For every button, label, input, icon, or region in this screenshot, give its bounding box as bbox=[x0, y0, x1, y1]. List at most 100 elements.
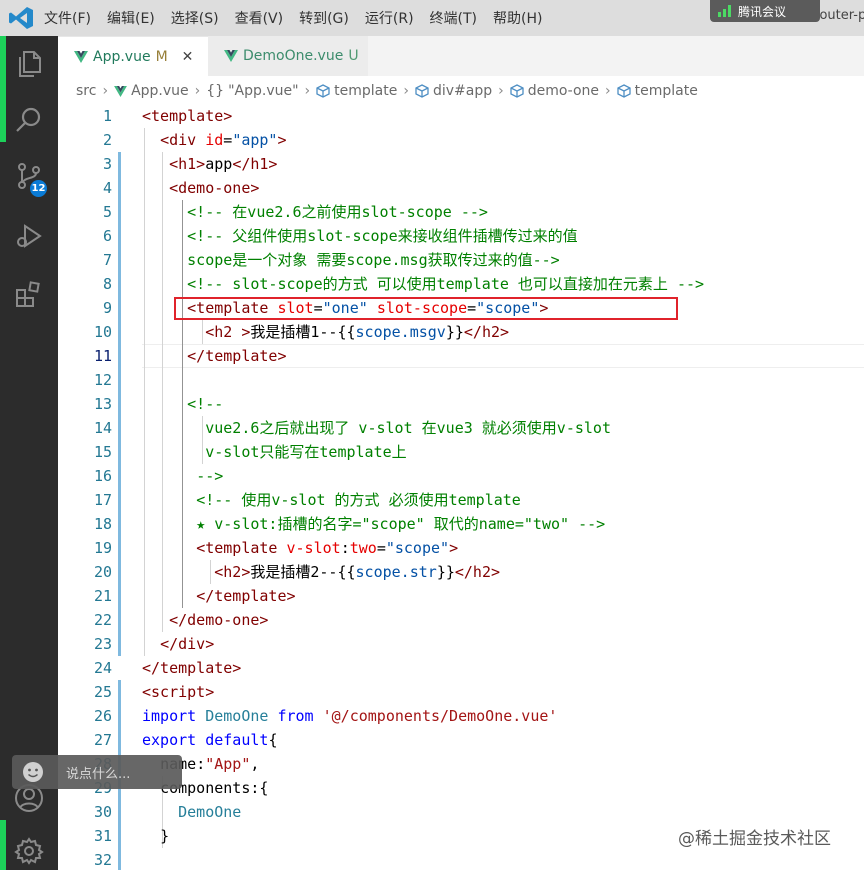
line-number: 15 bbox=[93, 443, 112, 461]
meeting-indicator[interactable]: 腾讯会议 bbox=[710, 0, 820, 22]
code-token: v-slot bbox=[286, 539, 341, 557]
menu-bar: 文件(F) 编辑(E) 选择(S) 查看(V) 转到(G) 运行(R) 终端(T) 帮助(H) bbox=[44, 0, 558, 36]
tab-app-vue[interactable]: App.vue M ✕ bbox=[58, 36, 208, 76]
menu-item[interactable]: 查看(V) bbox=[235, 8, 284, 28]
code-token: <!-- 父组件使用slot-scope来接收组件插槽传过来的值 bbox=[187, 227, 578, 245]
breadcrumb-item[interactable]: template bbox=[334, 83, 397, 99]
code-token: scope是一个对象 需要scope.msg获取传过来的值--> bbox=[187, 251, 560, 269]
line-number: 2 bbox=[102, 131, 112, 149]
braces-icon: {} bbox=[206, 83, 225, 99]
code-token: default bbox=[205, 731, 269, 749]
menu-item[interactable]: 转到(G) bbox=[299, 8, 349, 28]
code-line: </template> bbox=[142, 656, 241, 680]
code-token: '@/components/DemoOne.vue' bbox=[322, 707, 558, 725]
line-number: 6 bbox=[102, 227, 112, 245]
code-token: , bbox=[250, 755, 260, 773]
chevron-right-icon: › bbox=[403, 83, 409, 99]
title-bar: 文件(F) 编辑(E) 选择(S) 查看(V) 转到(G) 运行(R) 终端(T) 帮助(H)… bbox=[0, 0, 864, 36]
line-number: 12 bbox=[93, 371, 112, 389]
code-token: DemoOne bbox=[205, 707, 269, 725]
code-token: </h2> bbox=[454, 563, 501, 581]
code-line: <!-- bbox=[142, 392, 223, 416]
line-number: 30 bbox=[93, 803, 112, 821]
breadcrumb-item[interactable]: template bbox=[635, 83, 698, 99]
emoji-icon[interactable] bbox=[22, 761, 44, 783]
breadcrumb: src › App.vue › {} "App.vue" › template … bbox=[76, 80, 698, 102]
breadcrumb-item[interactable]: src bbox=[76, 83, 96, 99]
code-line: <template> bbox=[142, 104, 232, 128]
breadcrumb-item[interactable]: "App.vue" bbox=[228, 83, 298, 99]
scm-badge: 12 bbox=[30, 180, 47, 197]
code-token: <!-- slot-scope的方式 可以使用template 也可以直接加在元… bbox=[187, 275, 705, 293]
cube-icon bbox=[510, 84, 524, 98]
code-token: import bbox=[142, 707, 197, 725]
code-token: "App" bbox=[205, 755, 251, 773]
code-line: ★ v-slot:插槽的名字="scope" 取代的name="two" --> bbox=[142, 512, 605, 536]
chat-input[interactable]: 说点什么... bbox=[12, 755, 182, 789]
code-line: <h2>我是插槽2--{{scope.str}}</h2> bbox=[142, 560, 500, 584]
close-icon[interactable]: ✕ bbox=[182, 49, 194, 65]
code-token: DemoOne bbox=[178, 803, 242, 821]
line-number: 3 bbox=[102, 155, 112, 173]
code-token: <demo-one> bbox=[169, 179, 260, 197]
code-line: <div id="app"> bbox=[142, 128, 287, 152]
code-token: scope.str bbox=[355, 563, 437, 581]
code-line: export default{ bbox=[142, 728, 277, 752]
menu-item[interactable]: 文件(F) bbox=[44, 8, 91, 28]
breadcrumb-item[interactable]: demo-one bbox=[528, 83, 599, 99]
tab-modified-status: M bbox=[155, 48, 168, 65]
vue-file-icon bbox=[114, 85, 127, 97]
code-token: export bbox=[142, 731, 197, 749]
tab-bar: App.vue M ✕ DemoOne.vue U bbox=[58, 36, 864, 76]
code-token: "app" bbox=[232, 131, 278, 149]
code-token: = bbox=[223, 131, 233, 149]
code-line: scope是一个对象 需要scope.msg获取传过来的值--> bbox=[142, 248, 560, 272]
menu-item[interactable]: 帮助(H) bbox=[493, 8, 542, 28]
code-token: > bbox=[277, 131, 287, 149]
code-token: }} bbox=[445, 323, 464, 341]
extensions-icon[interactable] bbox=[13, 278, 45, 310]
settings-gear-icon[interactable] bbox=[14, 836, 44, 866]
breadcrumb-item[interactable]: div#app bbox=[433, 83, 492, 99]
code-line: vue2.6之后就出现了 v-slot 在vue3 就必须使用v-slot bbox=[142, 416, 611, 440]
code-token: <script> bbox=[142, 683, 215, 701]
code-token: "scope" bbox=[385, 539, 450, 557]
menu-item[interactable]: 运行(R) bbox=[365, 8, 414, 28]
menu-item[interactable]: 编辑(E) bbox=[107, 8, 155, 28]
breadcrumb-item[interactable]: App.vue bbox=[131, 83, 189, 99]
code-line: <!-- 父组件使用slot-scope来接收组件插槽传过来的值 bbox=[142, 224, 578, 248]
code-line: v-slot只能写在template上 bbox=[142, 440, 406, 464]
code-line: </template> bbox=[142, 344, 286, 368]
menu-item[interactable]: 终端(T) bbox=[430, 8, 477, 28]
code-line: <!-- slot-scope的方式 可以使用template 也可以直接加在元… bbox=[142, 272, 704, 296]
line-number: 31 bbox=[93, 827, 112, 845]
line-number: 10 bbox=[93, 323, 112, 341]
search-icon[interactable] bbox=[13, 104, 45, 136]
line-number: 25 bbox=[93, 683, 112, 701]
line-number: 4 bbox=[102, 179, 112, 197]
menu-item[interactable]: 选择(S) bbox=[171, 8, 219, 28]
explorer-icon[interactable] bbox=[13, 48, 45, 80]
code-token: : bbox=[340, 539, 350, 557]
run-debug-icon[interactable] bbox=[13, 220, 45, 252]
code-token: scope.msgv bbox=[355, 323, 446, 341]
code-line: <!-- 使用v-slot 的方式 必须使用template bbox=[142, 488, 521, 512]
code-token: <h2> bbox=[214, 563, 251, 581]
tab-demoone-vue[interactable]: DemoOne.vue U bbox=[208, 36, 368, 76]
line-number: 17 bbox=[93, 491, 112, 509]
cube-icon bbox=[316, 84, 330, 98]
line-number: 19 bbox=[93, 539, 112, 557]
line-number: 26 bbox=[93, 707, 112, 725]
code-line: <!-- 在vue2.6之前使用slot-scope --> bbox=[142, 200, 488, 224]
